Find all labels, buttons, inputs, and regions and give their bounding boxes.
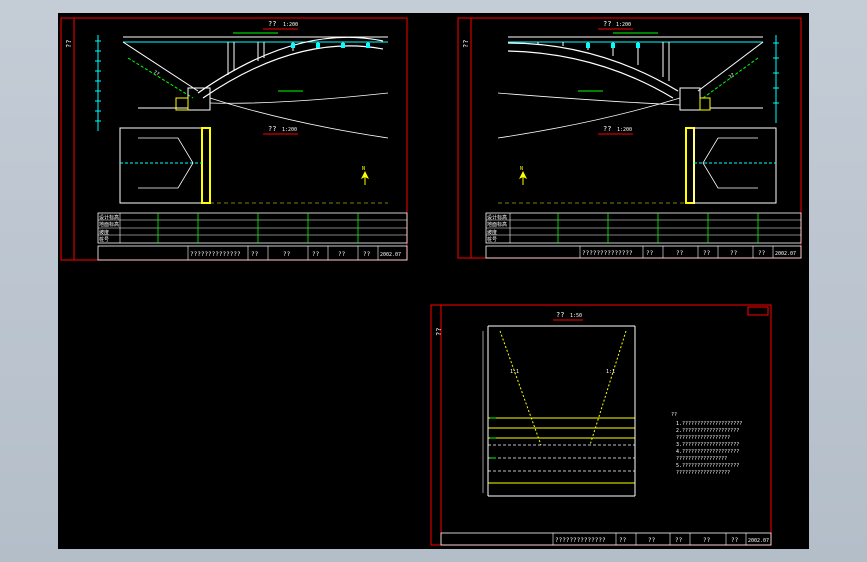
- plan-view-outline: [119, 127, 203, 204]
- svg-text:??: ??: [338, 251, 346, 258]
- north-arrow-icon: N: [361, 166, 369, 185]
- table-row-label: 坡度: [487, 229, 497, 236]
- sheet-right[interactable]: ?? ?? 1:200 ?? ?? 1:200 N 设计标高 地面标高 坡度 桩…: [457, 17, 802, 259]
- table-row-label: 设计标高: [487, 214, 507, 221]
- sheet-corner-code: ??: [435, 328, 443, 336]
- elevation-scale: 1:200: [616, 22, 631, 28]
- plan-scale: 1:200: [282, 127, 297, 133]
- slope-dimension: [127, 57, 194, 99]
- svg-text:??: ??: [703, 250, 711, 257]
- svg-text:2002.07: 2002.07: [380, 252, 401, 258]
- svg-text:2002.07: 2002.07: [775, 251, 796, 257]
- svg-text:??: ??: [730, 250, 738, 257]
- notes: ?? 1.???????????????????? 2.????????????…: [671, 412, 742, 476]
- svg-text:??: ??: [758, 250, 766, 257]
- svg-text:??: ??: [703, 537, 711, 544]
- sheet-inner-border: [73, 17, 408, 261]
- elevation-title: ??: [268, 20, 276, 28]
- note-line: ??????????????????: [676, 470, 730, 476]
- plan-scale: 1:200: [617, 127, 632, 133]
- abutment-body: [679, 87, 701, 111]
- profile-table: 设计标高 地面标高 坡度 桩号: [485, 212, 802, 244]
- sheet-tag: [747, 306, 769, 316]
- river-bed: [497, 92, 681, 106]
- svg-text:??: ??: [312, 251, 320, 258]
- title-block: ?????????????? ?? ?? ?? ?? ?? 2002.07: [440, 532, 772, 546]
- table-row-label: 桩号: [99, 236, 109, 243]
- elevation-scale: 1:200: [283, 22, 298, 28]
- plan-abutment: [201, 127, 211, 204]
- abutment-body: [187, 87, 211, 111]
- table-row-label: 坡度: [99, 229, 109, 236]
- drawing-canvas[interactable]: ?? ?? 1:200 ?? ?? 1:200 N 设计标高 地面标高 坡度 桩…: [58, 13, 809, 549]
- note-line: 5.???????????????????: [676, 463, 739, 469]
- section-scale: 1:50: [570, 313, 582, 319]
- fill-layers: [488, 444, 635, 472]
- abutment-slope: [122, 41, 199, 92]
- sheet-bottom[interactable]: ?? ?? 1:50 1:1 1:1 ?? 1.????????????????…: [430, 304, 772, 546]
- svg-text:??: ??: [731, 537, 739, 544]
- ground-profile: [209, 97, 389, 139]
- abutment-footing: [699, 97, 711, 111]
- table-row-label: 地面标高: [487, 221, 507, 228]
- diagonal-label: 1:1: [510, 369, 519, 375]
- abutment-slope: [697, 41, 764, 92]
- cad-application: ?? ?? 1:200 ?? ?? 1:200 N 设计标高 地面标高 坡度 桩…: [0, 0, 867, 562]
- pavement-layers: [488, 417, 635, 484]
- drawing-viewport[interactable]: ?? ?? 1:200 ?? ?? 1:200 N 设计标高 地面标高 坡度 桩…: [58, 13, 809, 549]
- table-row-label: 设计标高: [99, 214, 119, 221]
- title-block: ?????????????? ?? ?? ?? ?? ?? 2002.07: [485, 245, 802, 259]
- sheet-corner-code: ??: [65, 40, 73, 48]
- svg-text:??: ??: [283, 251, 291, 258]
- plan-view-outline: [693, 127, 777, 204]
- plan-title: ??: [268, 125, 276, 133]
- note-line: 3.???????????????????: [676, 442, 739, 448]
- svg-text:??: ??: [648, 537, 656, 544]
- svg-text:??: ??: [363, 251, 371, 258]
- svg-text:??: ??: [646, 250, 654, 257]
- diagonal-label: 1:1: [606, 369, 615, 375]
- svg-text:??: ??: [675, 537, 683, 544]
- title-block: ?????????????? ?? ?? ?? ?? ?? 2002.07: [97, 245, 408, 261]
- layer-dimension-ticks: [490, 417, 496, 459]
- note-line: 1.????????????????????: [676, 421, 742, 427]
- note-line: ??????????????????: [676, 435, 730, 441]
- table-row-label: 地面标高: [99, 221, 119, 228]
- column-markers: [586, 43, 640, 48]
- spandrel-columns: [227, 42, 369, 75]
- svg-text:??: ??: [619, 537, 627, 544]
- note-line: ?????????????????: [676, 456, 727, 462]
- svg-text:??: ??: [676, 250, 684, 257]
- svg-text:??????????????: ??????????????: [582, 250, 633, 257]
- svg-text:2002.07: 2002.07: [748, 538, 769, 544]
- note-line: 4.???????????????????: [676, 449, 739, 455]
- table-row-label: 桩号: [487, 236, 497, 243]
- arch-lower: [202, 45, 384, 99]
- notes-heading: ??: [671, 412, 677, 418]
- sheet-corner-code: ??: [462, 40, 470, 48]
- north-arrow-icon: N: [519, 166, 527, 185]
- ground-profile: [497, 97, 681, 139]
- plan-title: ??: [603, 125, 611, 133]
- svg-text:??????????????: ??????????????: [555, 537, 606, 544]
- sheet-left[interactable]: ?? ?? 1:200 ?? ?? 1:200 N 设计标高 地面标高 坡度 桩…: [60, 17, 408, 261]
- note-line: 2.???????????????????: [676, 428, 739, 434]
- svg-text:??: ??: [251, 251, 259, 258]
- section-title: ??: [556, 311, 564, 319]
- svg-text:N: N: [520, 166, 523, 172]
- plan-abutment: [685, 127, 695, 204]
- arch-upper: [507, 42, 679, 92]
- profile-table: 设计标高 地面标高 坡度 桩号: [97, 212, 408, 244]
- svg-text:N: N: [362, 166, 365, 172]
- svg-text:??????????????: ??????????????: [190, 251, 241, 258]
- river-bed: [209, 92, 389, 104]
- elevation-title: ??: [603, 20, 611, 28]
